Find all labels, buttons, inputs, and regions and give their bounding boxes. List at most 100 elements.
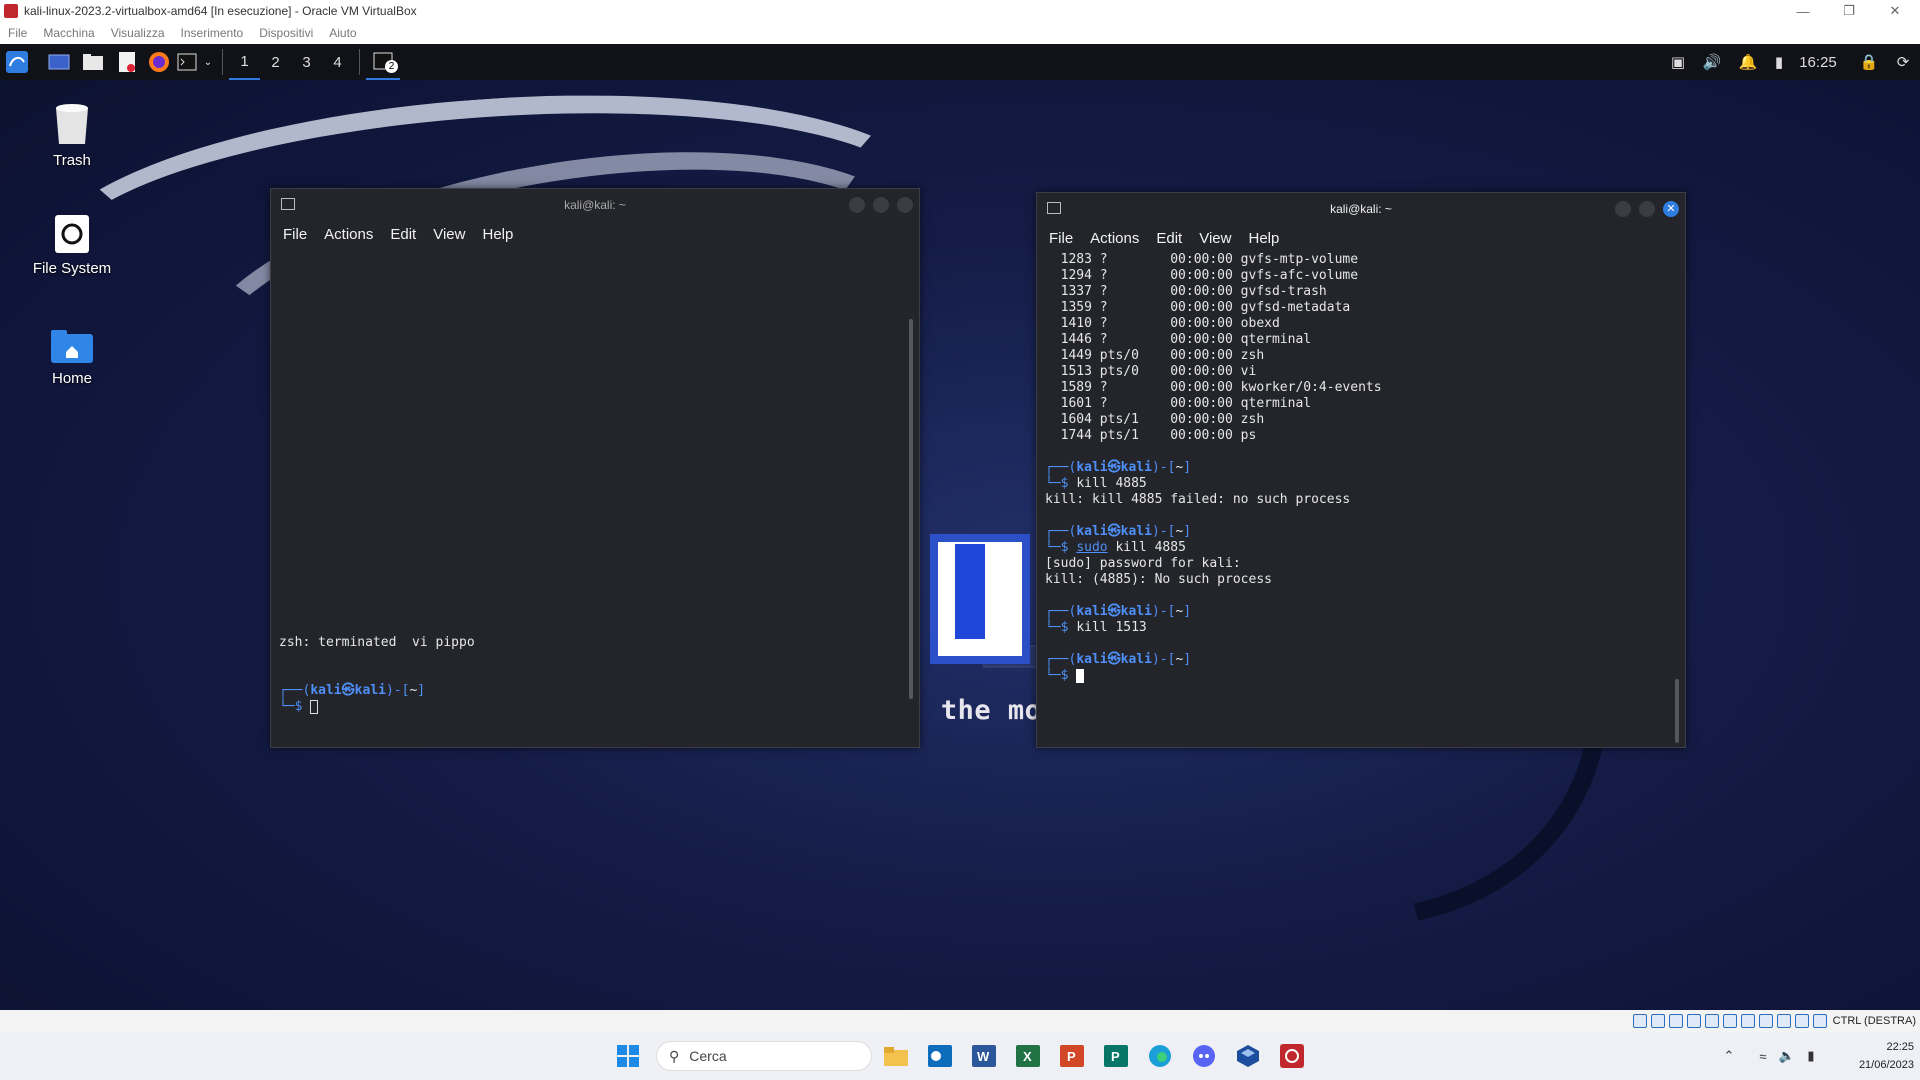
terminal-output[interactable]: 1283 ? 00:00:00 gvfs-mtp-volume 1294 ? 0… [1045, 252, 1669, 684]
volume-icon[interactable]: 🔈 [1776, 1040, 1798, 1072]
minimize-icon[interactable]: — [1780, 0, 1826, 22]
menu-dispositivi[interactable]: Dispositivi [259, 26, 313, 40]
ps-row: 1359 ? 00:00:00 gvfsd-metadata [1045, 300, 1351, 315]
desktop-icon-trash[interactable]: Trash [12, 100, 132, 169]
cpu-icon[interactable] [1776, 1014, 1791, 1028]
file-manager-launcher[interactable] [76, 44, 110, 80]
minimize-button[interactable] [1615, 201, 1631, 217]
virtualbox-app-icon [4, 4, 18, 18]
menu-aiuto[interactable]: Aiuto [329, 26, 356, 40]
menu-macchina[interactable]: Macchina [43, 26, 94, 40]
start-button[interactable] [612, 1040, 644, 1072]
restore-icon[interactable]: ❐ [1826, 0, 1872, 22]
maximize-button[interactable] [1639, 201, 1655, 217]
close-button[interactable]: ✕ [1663, 201, 1679, 217]
kali-menu-button[interactable] [0, 44, 34, 80]
text-editor-launcher[interactable] [110, 44, 144, 80]
menu-view[interactable]: View [433, 226, 465, 243]
menu-visualizza[interactable]: Visualizza [111, 26, 165, 40]
scrollbar[interactable] [909, 319, 913, 699]
menu-help[interactable]: Help [1248, 230, 1279, 247]
panel-separator [359, 49, 360, 75]
folder-icon [83, 54, 103, 70]
publisher-button[interactable]: P [1100, 1040, 1132, 1072]
shared-folders-icon[interactable] [1722, 1014, 1737, 1028]
edge-icon [1149, 1045, 1171, 1067]
menu-inserimento[interactable]: Inserimento [181, 26, 244, 40]
show-desktop-button[interactable] [42, 44, 76, 80]
terminal-title-bar[interactable]: kali@kali: ~ ✕ [1037, 193, 1685, 225]
menu-view[interactable]: View [1199, 230, 1231, 247]
taskbar-search-box[interactable]: ⚲ Cerca [656, 1041, 872, 1071]
prompt-host: kali [1120, 524, 1152, 539]
terminal-launcher[interactable] [174, 44, 200, 80]
menu-file[interactable]: File [283, 226, 307, 243]
battery-icon[interactable]: ▮ [1768, 44, 1790, 80]
terminal-window-left[interactable]: kali@kali: ~ File Actions Edit View Help… [270, 188, 920, 748]
firefox-icon [149, 52, 169, 72]
desktop-icon-home[interactable]: Home [12, 328, 132, 387]
wifi-icon[interactable]: ≈ [1752, 1040, 1774, 1072]
optical-drive-icon[interactable] [1650, 1014, 1665, 1028]
menu-actions[interactable]: Actions [324, 226, 373, 243]
menu-edit[interactable]: Edit [1156, 230, 1182, 247]
terminal-title-bar[interactable]: kali@kali: ~ [271, 189, 919, 221]
text-cursor [310, 699, 319, 714]
scrollbar[interactable] [1675, 679, 1679, 743]
menu-help[interactable]: Help [482, 226, 513, 243]
notification-bell-icon[interactable]: 🔔 [1734, 44, 1762, 80]
audio-icon[interactable] [1668, 1014, 1683, 1028]
recording-icon[interactable] [1758, 1014, 1773, 1028]
lock-icon[interactable]: 🔒 [1856, 44, 1882, 80]
menu-actions[interactable]: Actions [1090, 230, 1139, 247]
usb-icon[interactable] [1704, 1014, 1719, 1028]
word-button[interactable]: W [968, 1040, 1000, 1072]
chevron-down-icon[interactable]: ⌄ [200, 44, 216, 80]
logout-icon[interactable]: ⟳ [1890, 44, 1916, 80]
display-icon[interactable] [1740, 1014, 1755, 1028]
discord-button[interactable] [1188, 1040, 1220, 1072]
terminal-output[interactable]: zsh: terminated vi pippo ┌──(kali㉿kali)-… [279, 635, 903, 715]
maximize-button[interactable] [873, 197, 889, 213]
panel-separator [222, 49, 223, 75]
hard-disk-icon[interactable] [1632, 1014, 1647, 1028]
volume-icon[interactable]: 🔊 [1698, 44, 1726, 80]
powerpoint-button[interactable]: P [1056, 1040, 1088, 1072]
chevron-up-icon[interactable]: ⌃ [1718, 1040, 1740, 1072]
folder-icon [884, 1047, 908, 1066]
ps-row: 1283 ? 00:00:00 gvfs-mtp-volume [1045, 252, 1359, 267]
outlook-button[interactable] [924, 1040, 956, 1072]
terminal-window-right[interactable]: kali@kali: ~ ✕ File Actions Edit View He… [1036, 192, 1686, 748]
workspace-1[interactable]: 1 [229, 44, 260, 80]
ps-row: 1601 ? 00:00:00 qterminal [1045, 396, 1312, 411]
menu-file[interactable]: File [8, 26, 27, 40]
virtualbox-taskbar-button[interactable] [1232, 1040, 1264, 1072]
panel-clock[interactable]: 16:25 [1794, 44, 1842, 80]
minimize-button[interactable] [849, 197, 865, 213]
prompt-bracket: )-[ [1151, 652, 1176, 667]
menu-edit[interactable]: Edit [390, 226, 416, 243]
edge-button[interactable] [1144, 1040, 1176, 1072]
desktop-icon-file-system[interactable]: File System [12, 214, 132, 277]
workspace-4[interactable]: 4 [322, 44, 353, 80]
workspace-2[interactable]: 2 [260, 44, 291, 80]
excel-button[interactable]: X [1012, 1040, 1044, 1072]
command-text: kill 1513 [1076, 620, 1147, 635]
keyboard-icon[interactable] [1812, 1014, 1827, 1028]
network-icon[interactable] [1686, 1014, 1701, 1028]
close-icon[interactable]: ✕ [1872, 0, 1918, 22]
kali-vm-taskbar-button[interactable] [1276, 1040, 1308, 1072]
firefox-launcher[interactable] [144, 44, 174, 80]
display-icon[interactable]: ▣ [1664, 44, 1692, 80]
menu-file[interactable]: File [1049, 230, 1073, 247]
search-placeholder: Cerca [689, 1048, 727, 1064]
task-terminal-group[interactable]: 2 [366, 44, 400, 80]
taskbar-clock[interactable]: 22:25 21/06/2023 [1848, 1038, 1914, 1074]
mouse-integration-icon[interactable] [1794, 1014, 1809, 1028]
close-button[interactable] [897, 197, 913, 213]
workspace-3[interactable]: 3 [291, 44, 322, 80]
ps-row: 1294 ? 00:00:00 gvfs-afc-volume [1045, 268, 1359, 283]
battery-icon[interactable]: ▮ [1800, 1040, 1822, 1072]
file-explorer-button[interactable] [880, 1040, 912, 1072]
terminal-line: zsh: terminated vi pippo [279, 635, 475, 650]
